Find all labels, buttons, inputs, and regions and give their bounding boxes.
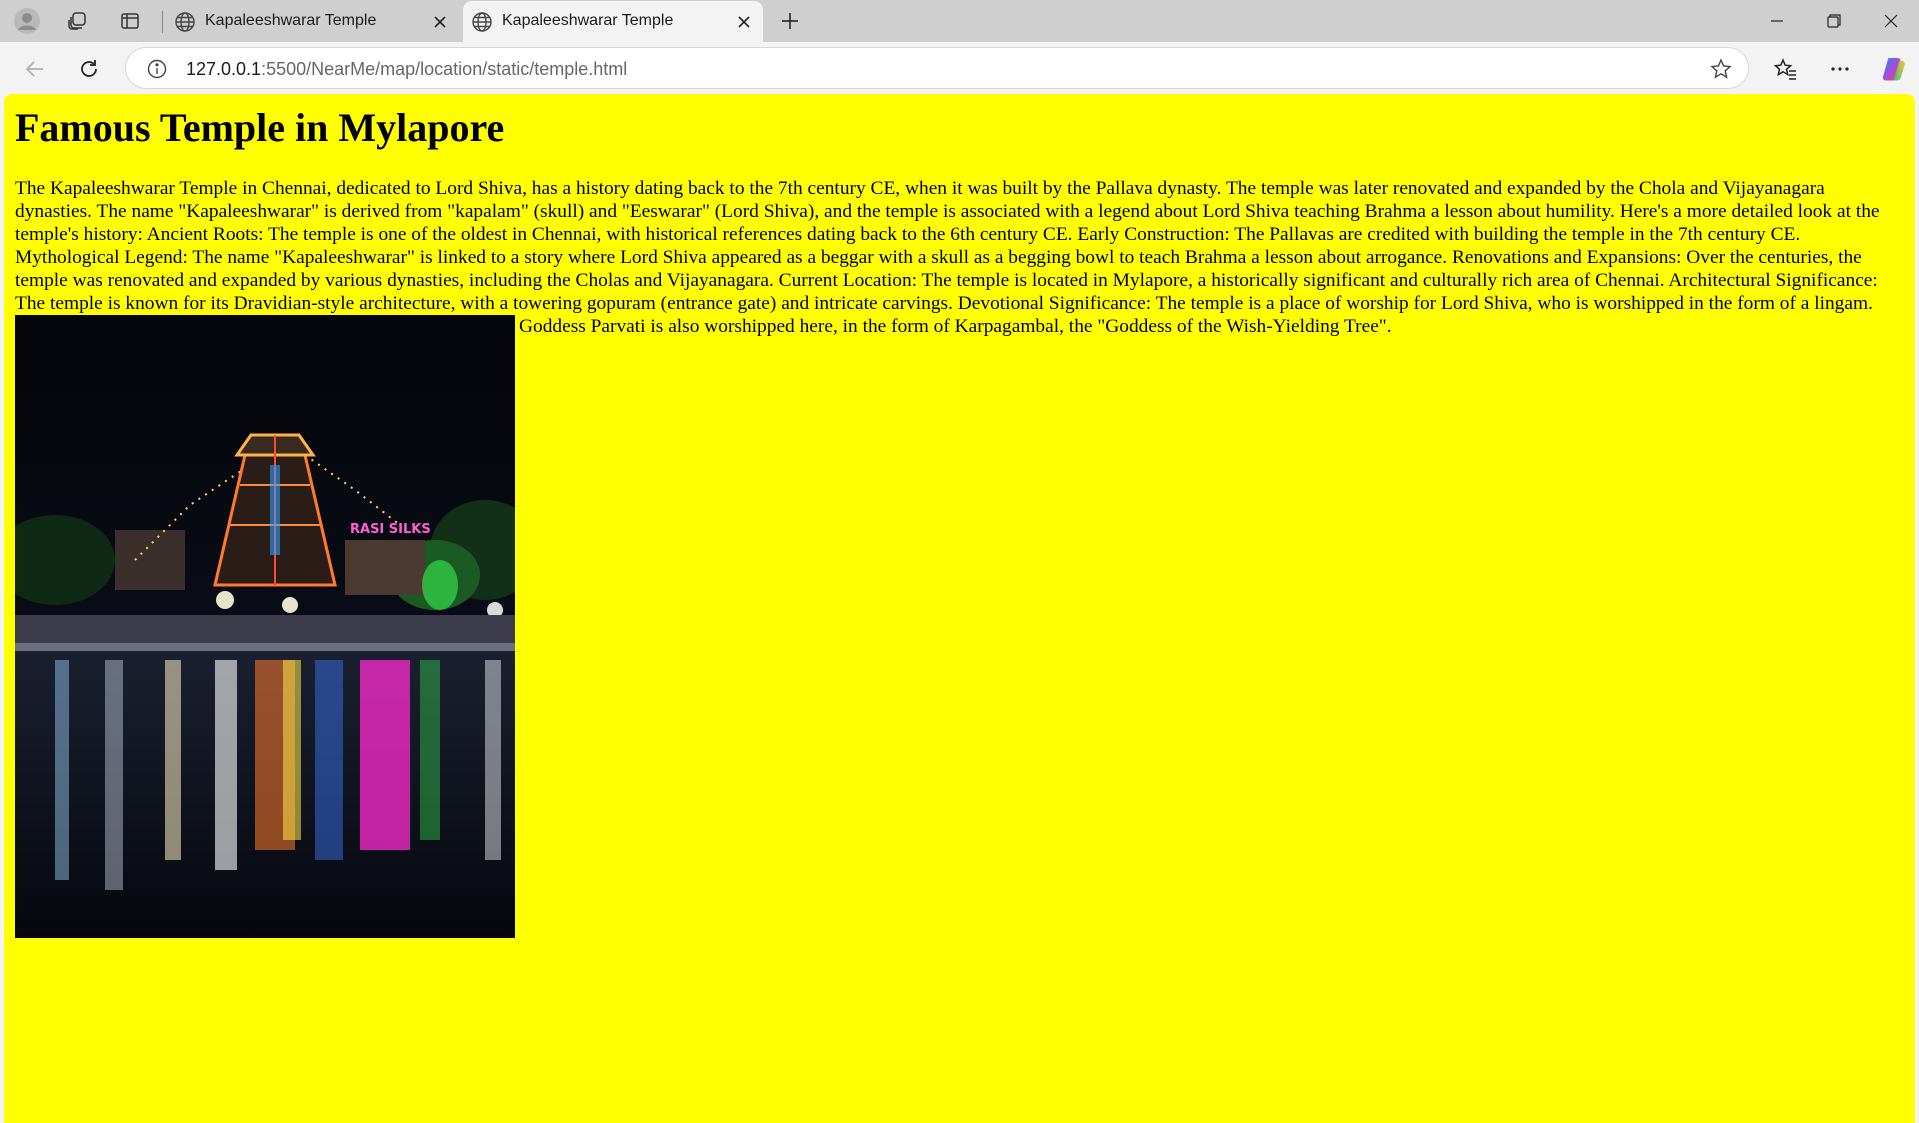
refresh-icon[interactable]: [71, 51, 107, 87]
url-path: :5500/NearMe/map/location/static/temple.…: [261, 59, 628, 79]
tab-strip: Kapaleeshwarar Temple Kapaleeshwarar Tem…: [0, 0, 1919, 42]
url-host: 127.0.0.1: [186, 59, 262, 79]
page-viewport: Famous Temple in Mylapore The Kapaleeshw…: [4, 94, 1915, 1123]
favorite-star-icon[interactable]: [1710, 58, 1732, 80]
minimize-button[interactable]: [1748, 0, 1806, 42]
new-tab-button[interactable]: [775, 7, 805, 35]
address-bar[interactable]: 127.0.0.1:5500/NearMe/map/location/stati…: [125, 47, 1749, 89]
site-info-icon[interactable]: [146, 58, 168, 80]
close-icon[interactable]: [431, 13, 449, 31]
url-text[interactable]: 127.0.0.1:5500/NearMe/map/location/stati…: [186, 59, 627, 80]
page-content: Famous Temple in Mylapore The Kapaleeshw…: [4, 105, 1915, 938]
page-heading: Famous Temple in Mylapore: [15, 105, 505, 150]
navigation-toolbar: 127.0.0.1:5500/NearMe/map/location/stati…: [0, 42, 1919, 94]
tab-inactive[interactable]: Kapaleeshwarar Temple: [166, 1, 459, 42]
favorites-icon[interactable]: [1768, 51, 1804, 87]
tab-title: Kapaleeshwarar Temple: [205, 12, 377, 29]
globe-icon: [471, 11, 493, 33]
temple-description: The Kapaleeshwarar Temple in Chennai, de…: [15, 177, 1904, 938]
tab-active[interactable]: Kapaleeshwarar Temple: [463, 1, 763, 42]
globe-icon: [174, 11, 196, 33]
rasi-silks-sign: RASI SILKS: [350, 522, 431, 537]
temple-photo: RASI SILKS: [15, 315, 515, 938]
workspaces-icon[interactable]: [62, 7, 92, 35]
close-window-button[interactable]: [1862, 0, 1919, 42]
profile-icon[interactable]: [12, 7, 42, 35]
copilot-icon[interactable]: [1876, 51, 1912, 87]
tab-separator: [162, 11, 163, 33]
tab-title: Kapaleeshwarar Temple: [502, 12, 674, 29]
restore-button[interactable]: [1805, 0, 1863, 42]
back-arrow-icon[interactable]: [17, 51, 53, 87]
more-options-icon[interactable]: [1822, 51, 1858, 87]
vertical-tabs-icon[interactable]: [115, 7, 145, 35]
close-icon[interactable]: [735, 13, 753, 31]
browser-window: Kapaleeshwarar Temple Kapaleeshwarar Tem…: [0, 0, 1919, 1123]
